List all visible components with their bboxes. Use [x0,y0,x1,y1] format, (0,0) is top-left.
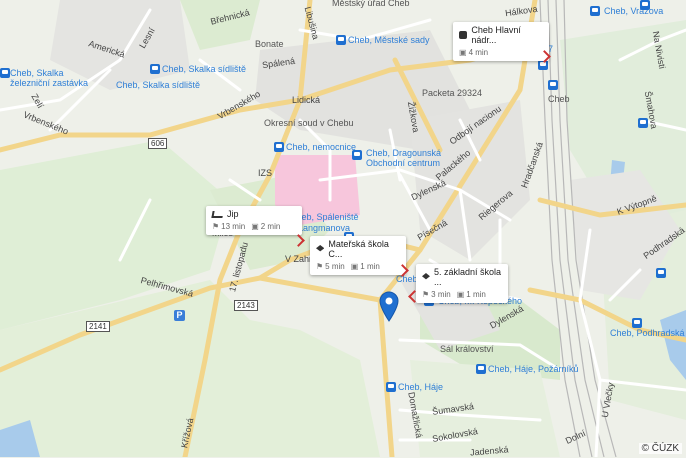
poi-label: Bonate [255,39,284,49]
car-time: 4 min [459,48,489,57]
city-label: Cheb [548,94,570,104]
poi-name: Cheb Hlavní nádr... [471,25,521,45]
walk-time: 3 min [422,290,451,299]
poi-label: Městský úřad Cheb [332,0,410,8]
road-number-badge: 2143 [234,300,258,311]
poi-label: IZS [258,168,273,178]
poi-name: 5. základní škola ... [433,267,501,287]
stop-label: Cheb, Vrázova [604,6,664,16]
parking-icon[interactable]: P [174,310,185,321]
location-pin-icon[interactable] [378,290,400,322]
road-number-badge: 606 [148,138,168,149]
poi-label: Okresní soud v Chebu [264,118,354,128]
bus-stop-icon[interactable] [638,118,648,128]
bus-stop-icon[interactable] [548,80,558,90]
poi-name: Jip [227,209,239,219]
road-number-badge: 2141 [86,321,110,332]
poi-name: Mateřská škola C... [328,239,389,259]
car-time: 1 min [351,262,380,271]
poi-card-cheb-hlavni[interactable]: Cheb Hlavní nádr... 4 min [453,22,549,61]
bus-stop-icon[interactable] [476,364,486,374]
bus-stop-icon[interactable] [0,68,10,78]
stop-label: Cheb, Skalka sídliště [162,64,247,74]
stop-label: Cheb, Podhradská [610,328,685,338]
graduation-cap-icon [316,245,325,252]
street-label: Lidická [292,95,321,105]
car-time: 1 min [457,290,486,299]
bus-stop-icon[interactable] [590,6,600,16]
poi-label: Sál království [440,344,494,354]
street-label: V Zahr [285,254,313,264]
walk-time: 5 min [316,262,345,271]
bus-stop-icon[interactable] [640,0,650,10]
bus-stop-icon[interactable] [336,35,346,45]
stop-label: Cheb, Skalka sídliště [116,80,201,90]
bus-stop-icon[interactable] [274,142,284,152]
stop-label: Cheb, Háje, Požárníků [488,364,579,374]
stop-label: Cheb, Městské sady [348,35,430,45]
stop-label: Cheb, nemocnice [286,142,357,152]
poi-card-zs5[interactable]: 5. základní škola ... 3 min 1 min [416,264,508,303]
stop-label: Langmanova [298,223,351,233]
graduation-cap-icon [422,273,430,280]
bus-icon [459,31,468,39]
bus-stop-icon[interactable] [150,64,160,74]
bus-stop-icon[interactable] [386,382,396,392]
stop-label: Cheb, Dragounská Obchodní centrum [366,148,442,168]
bus-stop-icon[interactable] [632,318,642,328]
poi-label: Packeta 29324 [422,88,483,98]
shopping-cart-icon [211,210,224,218]
poi-card-ms[interactable]: Mateřská škola C... 5 min 1 min [310,236,406,275]
bus-stop-icon[interactable] [656,268,666,278]
stop-label: Cheb, Háje [398,382,444,392]
poi-card-jip[interactable]: Jip 13 min 2 min [206,206,302,235]
car-time: 2 min [251,222,281,231]
bus-stop-icon[interactable] [352,150,362,160]
stop-label: Cheb [396,274,418,284]
walk-time: 13 min [212,222,245,231]
stop-label: Cheb, Skalka železniční zastávka [10,68,89,88]
map-attribution: © ČÚZK [638,443,682,454]
